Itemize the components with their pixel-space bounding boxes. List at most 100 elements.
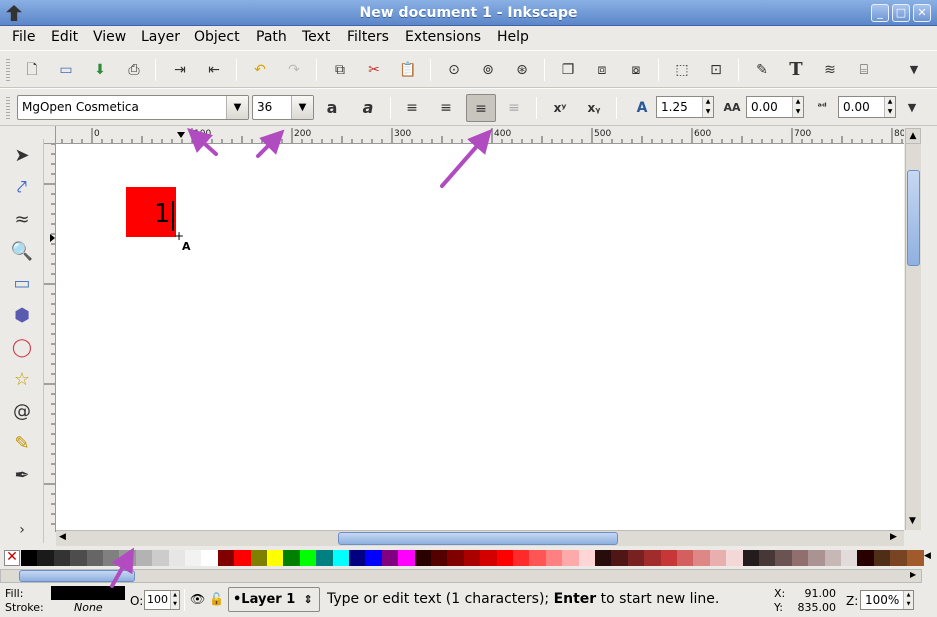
subscript-icon[interactable]: xᵧ <box>582 97 606 119</box>
scroll-down-icon[interactable]: ▼ <box>909 516 916 526</box>
ellipse-tool-icon[interactable]: ◯ <box>9 335 35 361</box>
zoom-selection-icon[interactable]: ⊙ <box>442 59 466 81</box>
updown-chevron-icon[interactable]: ⇕ <box>297 588 319 611</box>
palette-swatch[interactable] <box>660 550 678 566</box>
palette-swatch[interactable] <box>37 550 55 566</box>
font-family-combo[interactable]: MgOpen Cosmetica ▼ <box>17 95 249 120</box>
zoom-drawing-icon[interactable]: ⊚ <box>476 59 500 81</box>
duplicate-icon[interactable]: ❐ <box>556 59 580 81</box>
palette-swatch[interactable] <box>742 550 760 566</box>
xml-editor-icon[interactable]: ⌸ <box>852 59 876 81</box>
align-center-icon[interactable]: ≡ <box>434 97 458 119</box>
text-object[interactable]: 1 <box>154 199 171 229</box>
align-left-icon[interactable]: ≡ <box>400 97 424 119</box>
palette-swatch[interactable] <box>250 550 268 566</box>
palette-swatch[interactable] <box>644 550 662 566</box>
align-right-icon[interactable]: ≡ <box>466 94 496 122</box>
horizontal-scrollbar[interactable]: ◀ ▶ <box>56 530 904 546</box>
palette-swatch[interactable] <box>529 550 547 566</box>
menu-view[interactable]: View <box>93 29 126 45</box>
group-icon[interactable]: ⬚ <box>670 59 694 81</box>
letter-spacing-input[interactable]: 0.00 ▲ ▼ <box>746 96 804 118</box>
vertical-scrollbar[interactable]: ▼ <box>905 144 921 530</box>
scroll-right-icon[interactable]: ▶ <box>890 532 897 542</box>
new-document-icon[interactable]: 🗋 <box>20 59 44 81</box>
no-paint-icon[interactable]: ✕ <box>4 550 20 566</box>
palette-menu-icon[interactable]: ◀ <box>924 551 931 561</box>
toolbar-grip[interactable] <box>6 97 10 119</box>
pen-tool-icon[interactable]: ✒ <box>9 463 35 489</box>
more-tools-chevron-icon[interactable]: › <box>9 517 35 543</box>
print-icon[interactable]: ⎙ <box>122 59 146 81</box>
bold-icon[interactable]: a <box>320 97 344 119</box>
cut-icon[interactable]: ✂ <box>362 59 386 81</box>
toolbar-overflow-chevron-icon[interactable]: ▼ <box>902 59 926 81</box>
horizontal-ruler[interactable]: 0 100 200 300 400 500 600 700 800 <box>56 126 904 144</box>
palette-swatch[interactable] <box>709 550 727 566</box>
spiral-tool-icon[interactable]: @ <box>9 399 35 425</box>
eye-visible-icon[interactable]: 👁 <box>190 592 205 606</box>
3d-box-tool-icon[interactable]: ⬢ <box>9 303 35 329</box>
menu-path[interactable]: Path <box>256 29 287 45</box>
spin-arrows-icon[interactable]: ▲ ▼ <box>884 97 895 117</box>
font-size-combo[interactable]: 36 ▼ <box>252 95 314 120</box>
zoom-input[interactable]: 100% ▲ ▼ <box>860 590 914 610</box>
tweak-tool-icon[interactable]: ≈ <box>9 207 35 233</box>
palette-swatch[interactable] <box>103 550 120 566</box>
palette-swatch[interactable] <box>316 550 334 566</box>
zoom-tool-icon[interactable]: 🔍 <box>9 239 35 265</box>
menu-extensions[interactable]: Extensions <box>405 29 481 45</box>
palette-swatch[interactable] <box>627 550 645 566</box>
palette-swatch[interactable] <box>513 550 530 566</box>
palette-swatch[interactable] <box>365 550 383 566</box>
palette-scroll-right-icon[interactable]: ▶ <box>910 570 916 579</box>
clone-icon[interactable]: ⧈ <box>590 59 614 81</box>
unlink-clone-icon[interactable]: ⧇ <box>624 59 648 81</box>
lock-icon[interactable]: 🔓 <box>209 592 224 606</box>
selector-tool-icon[interactable]: ➤ <box>9 143 35 169</box>
palette-swatch[interactable] <box>791 550 809 566</box>
palette-swatch[interactable] <box>152 550 170 566</box>
palette-swatch[interactable] <box>332 550 350 566</box>
palette-swatch[interactable] <box>611 550 629 566</box>
node-tool-icon[interactable]: ⤤ <box>9 175 35 201</box>
palette-swatch[interactable] <box>480 550 498 566</box>
palette-swatch[interactable] <box>217 550 235 566</box>
spin-arrows-icon[interactable]: ▲ ▼ <box>903 591 913 609</box>
save-icon[interactable]: ⬇ <box>88 59 112 81</box>
justify-icon[interactable]: ≡ <box>502 97 526 119</box>
palette-swatch[interactable] <box>496 550 514 566</box>
menu-layer[interactable]: Layer <box>141 29 180 45</box>
scroll-up-icon[interactable]: ▲ <box>905 128 921 144</box>
palette-swatch[interactable] <box>873 550 891 566</box>
opacity-input[interactable]: 100 ▲ ▼ <box>144 590 180 610</box>
palette-swatch[interactable] <box>595 550 612 566</box>
palette-swatch[interactable] <box>677 550 694 566</box>
palette-swatch[interactable] <box>414 550 432 566</box>
vertical-ruler[interactable] <box>44 144 56 532</box>
redo-icon[interactable]: ↷ <box>282 59 306 81</box>
chevron-down-icon[interactable]: ▼ <box>226 96 248 119</box>
palette-swatch[interactable] <box>201 550 219 566</box>
palette-swatch[interactable] <box>693 550 711 566</box>
toolbar-grip[interactable] <box>6 59 10 81</box>
import-icon[interactable]: ⇥ <box>168 59 192 81</box>
palette-swatch[interactable] <box>267 550 284 566</box>
copy-icon[interactable]: ⧉ <box>328 59 352 81</box>
palette-swatch[interactable] <box>299 550 317 566</box>
palette-swatch[interactable] <box>890 550 908 566</box>
palette-swatch[interactable] <box>135 550 153 566</box>
menu-object[interactable]: Object <box>194 29 240 45</box>
palette-scrollbar[interactable]: ▶ <box>0 569 922 583</box>
palette-swatch[interactable] <box>119 550 137 566</box>
menu-filters[interactable]: Filters <box>347 29 389 45</box>
palette-swatch[interactable] <box>283 550 301 566</box>
palette-swatch[interactable] <box>545 550 563 566</box>
palette-swatch[interactable] <box>21 550 38 566</box>
palette-swatch[interactable] <box>578 550 596 566</box>
rectangle-tool-icon[interactable]: ▭ <box>9 271 35 297</box>
zoom-page-icon[interactable]: ⊛ <box>510 59 534 81</box>
pencil-tool-icon[interactable]: ✎ <box>9 431 35 457</box>
palette-swatch[interactable] <box>857 550 875 566</box>
open-folder-icon[interactable]: ▭ <box>54 59 78 81</box>
